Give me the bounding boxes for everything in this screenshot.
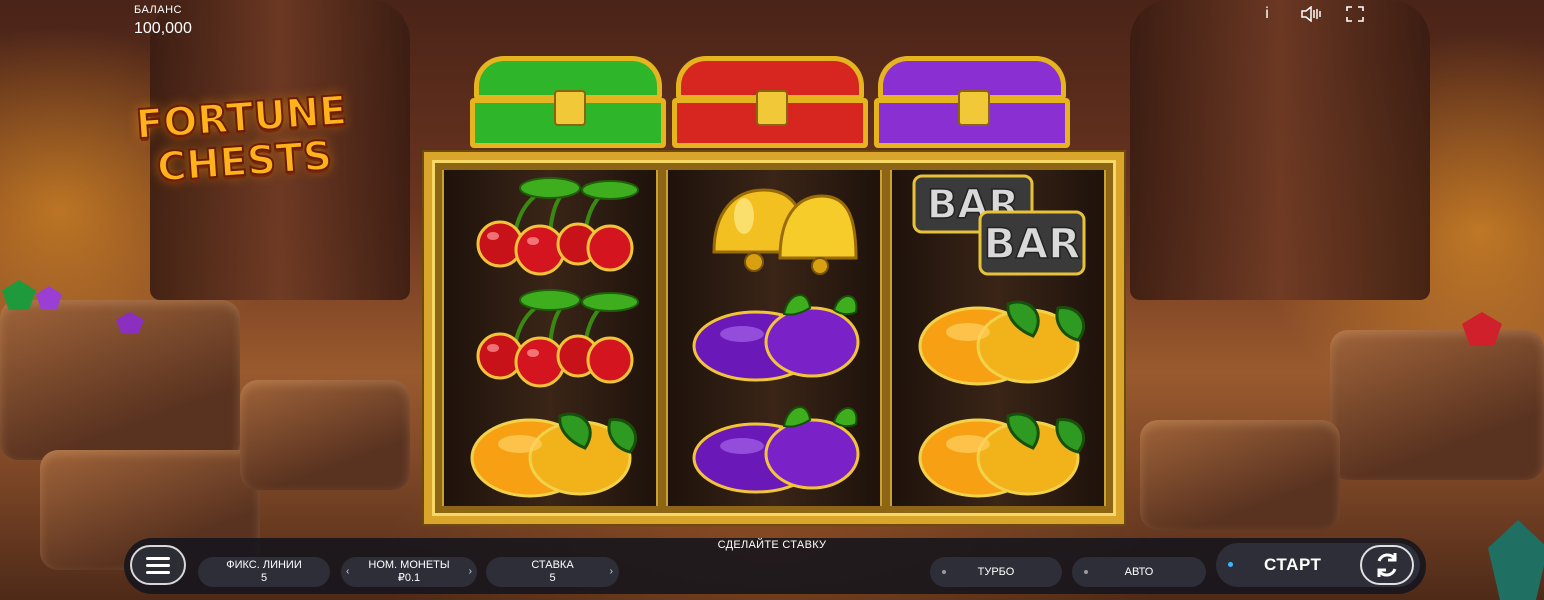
rock-right-2 — [1140, 420, 1340, 530]
symbol-cherry — [460, 284, 640, 393]
turbo-label: ТУРБО — [977, 566, 1015, 578]
auto-label: АВТО — [1124, 566, 1154, 578]
bet-label: СТАВКА — [531, 559, 574, 571]
toggle-indicator — [942, 570, 946, 574]
reel-frame: BAR BAR — [424, 152, 1124, 524]
info-icon[interactable]: i — [1256, 4, 1278, 24]
bet-control: СТАВКА 5 › — [486, 557, 619, 587]
balance-display: БАЛАНС 100,000 — [134, 4, 192, 38]
top-icons: i — [1256, 4, 1366, 24]
symbol-orange — [460, 396, 640, 505]
rock-right-1 — [1330, 330, 1544, 480]
svg-text:BAR: BAR — [984, 219, 1081, 268]
toggle-indicator — [1084, 570, 1088, 574]
cave-pillar-right — [1130, 0, 1430, 300]
game-logo: FORTUNE CHESTS — [105, 87, 380, 194]
coin-value-value: ₽0.1 — [397, 572, 421, 584]
symbol-bar: BAR BAR — [908, 172, 1088, 281]
reels: BAR BAR — [442, 170, 1106, 506]
balance-label: БАЛАНС — [134, 4, 182, 16]
coin-value-label: НОМ. МОНЕТЫ — [368, 559, 450, 571]
fixed-lines-label: ФИКС. ЛИНИИ — [226, 559, 302, 571]
teal-gem — [1488, 520, 1544, 600]
balance-value: 100,000 — [134, 20, 192, 37]
spin-button[interactable] — [1360, 545, 1414, 585]
symbol-orange — [908, 396, 1088, 505]
treasure-chests — [470, 52, 1070, 152]
rock-left-3 — [240, 380, 410, 490]
hamburger-icon — [146, 563, 170, 567]
symbol-bell — [684, 172, 864, 281]
chest-green — [470, 52, 666, 152]
start-label: СТАРТ — [1264, 555, 1322, 574]
bet-value: 5 — [549, 572, 556, 584]
fixed-lines-value: 5 — [260, 572, 268, 584]
lock-icon — [554, 90, 586, 126]
fullscreen-icon[interactable] — [1344, 4, 1366, 24]
chevron-left-icon[interactable]: ‹ — [346, 565, 349, 578]
coin-value-control: ‹ НОМ. МОНЕТЫ ₽0.1 › — [341, 557, 477, 587]
auto-toggle[interactable]: АВТО — [1072, 557, 1206, 587]
chest-purple — [874, 52, 1070, 152]
symbol-cherry — [460, 172, 640, 281]
chevron-right-icon[interactable]: › — [610, 565, 613, 578]
refresh-icon — [1377, 553, 1397, 577]
chest-red — [672, 52, 868, 152]
symbol-orange — [908, 284, 1088, 393]
sound-icon[interactable] — [1300, 4, 1322, 24]
lock-icon — [958, 90, 990, 126]
menu-button[interactable] — [130, 545, 186, 585]
chevron-right-icon[interactable]: › — [469, 565, 472, 578]
reel-3: BAR BAR — [890, 170, 1106, 506]
start-indicator — [1228, 562, 1233, 567]
symbol-plum — [684, 284, 864, 393]
symbol-plum — [684, 396, 864, 505]
hamburger-icon — [146, 570, 170, 574]
lock-icon — [756, 90, 788, 126]
reel-1 — [442, 170, 658, 506]
turbo-toggle[interactable]: ТУРБО — [930, 557, 1062, 587]
reel-2 — [666, 170, 882, 506]
hamburger-icon — [146, 556, 170, 560]
fixed-lines-display: ФИКС. ЛИНИИ 5 — [198, 557, 330, 587]
